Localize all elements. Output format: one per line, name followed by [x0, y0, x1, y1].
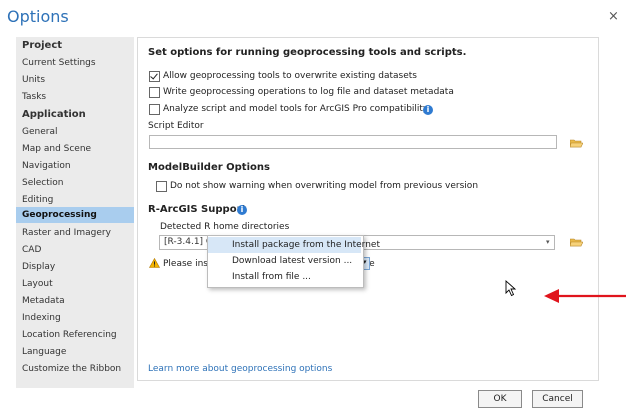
sidebar-item-current-settings[interactable]: Current Settings [16, 55, 134, 71]
r-detected-label: Detected R home directories [160, 222, 290, 232]
overwrite-checkbox[interactable] [149, 71, 160, 82]
sidebar-item-editing[interactable]: Editing [16, 192, 134, 208]
ok-button[interactable]: OK [478, 390, 522, 408]
learn-more-link[interactable]: Learn more about geoprocessing options [148, 364, 332, 374]
sidebar-item-selection[interactable]: Selection [16, 175, 134, 191]
geoprocessing-panel: Set options for running geoprocessing to… [137, 37, 599, 381]
modelbuilder-label: Do not show warning when overwriting mod… [170, 181, 479, 191]
sidebar-item-map-and-scene[interactable]: Map and Scene [16, 141, 134, 157]
close-icon[interactable]: × [608, 10, 619, 23]
menu-item-install-file[interactable]: Install from file ... [208, 269, 361, 285]
sidebar-item-navigation[interactable]: Navigation [16, 158, 134, 174]
warning-icon [149, 258, 160, 268]
info-icon[interactable]: i [237, 205, 247, 215]
overwrite-label: Allow geoprocessing tools to overwrite e… [163, 71, 417, 81]
compat-label: Analyze script and model tools for ArcGI… [163, 104, 429, 114]
cancel-button[interactable]: Cancel [532, 390, 583, 408]
sidebar-item-general[interactable]: General [16, 124, 134, 140]
menu-item-download-latest[interactable]: Download latest version ... [208, 253, 361, 269]
chevron-down-icon[interactable]: ▾ [546, 238, 550, 246]
r-support-title: R-ArcGIS Support [148, 204, 247, 215]
folder-icon[interactable] [570, 237, 583, 247]
compat-checkbox[interactable] [149, 104, 160, 115]
sidebar-item-metadata[interactable]: Metadata [16, 293, 134, 309]
sidebar-item-geoprocessing[interactable]: Geoprocessing [16, 207, 134, 223]
log-checkbox[interactable] [149, 87, 160, 98]
modelbuilder-checkbox[interactable] [156, 181, 167, 192]
options-sidebar: Project Current Settings Units Tasks App… [16, 37, 134, 388]
annotation-arrow-icon [544, 289, 626, 303]
sidebar-item-tasks[interactable]: Tasks [16, 89, 134, 105]
script-editor-label: Script Editor [148, 121, 204, 131]
sidebar-header-project: Project [22, 40, 63, 51]
info-icon[interactable]: i [423, 105, 433, 115]
sidebar-item-customize-ribbon[interactable]: Customize the Ribbon [16, 361, 134, 377]
sidebar-item-units[interactable]: Units [16, 72, 134, 88]
sidebar-item-display[interactable]: Display [16, 259, 134, 275]
install-options-menu: Install package from the Internet Downlo… [207, 235, 380, 288]
sidebar-header-application: Application [22, 109, 86, 120]
sidebar-item-language[interactable]: Language [16, 344, 134, 360]
script-editor-input[interactable] [149, 135, 557, 149]
sidebar-item-layout[interactable]: Layout [16, 276, 134, 292]
cursor-icon [505, 280, 517, 297]
sidebar-item-cad[interactable]: CAD [16, 242, 134, 258]
panel-heading: Set options for running geoprocessing to… [148, 47, 467, 58]
modelbuilder-title: ModelBuilder Options [148, 162, 270, 173]
sidebar-item-location-referencing[interactable]: Location Referencing [16, 327, 134, 343]
menu-item-install-internet[interactable]: Install package from the Internet [208, 237, 380, 253]
log-label: Write geoprocessing operations to log fi… [163, 87, 454, 97]
sidebar-item-raster-and-imagery[interactable]: Raster and Imagery [16, 225, 134, 241]
dialog-title: Options [7, 7, 69, 26]
folder-icon[interactable] [570, 138, 583, 148]
sidebar-item-indexing[interactable]: Indexing [16, 310, 134, 326]
